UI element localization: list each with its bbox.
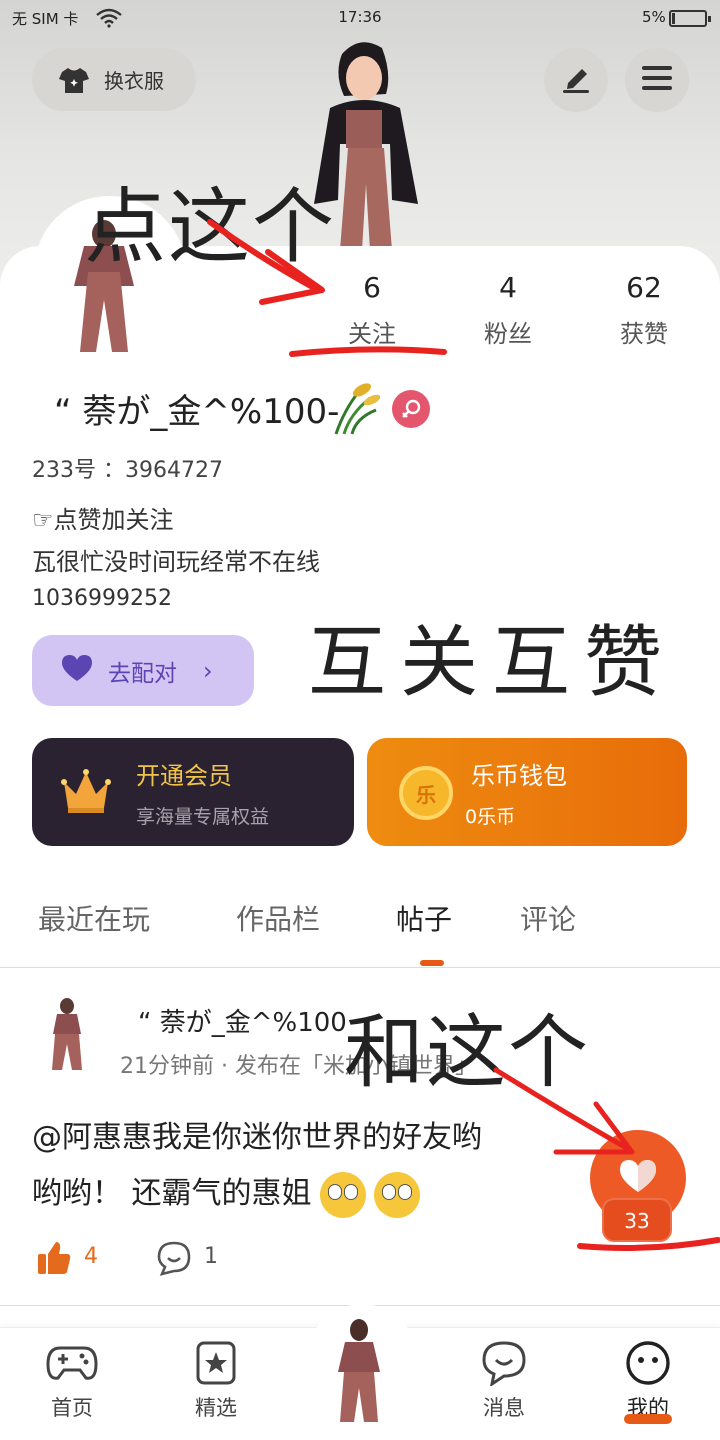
divider bbox=[0, 967, 720, 968]
bio-line: ☞点赞加关注 bbox=[32, 506, 174, 534]
smiley-face-icon bbox=[622, 1340, 674, 1386]
active-tab-indicator bbox=[420, 960, 444, 966]
likes-stat[interactable]: 62 获赞 bbox=[584, 268, 704, 349]
like-count: 4 bbox=[84, 1244, 98, 1269]
crown-icon bbox=[60, 768, 112, 814]
fans-stat[interactable]: 4 粉丝 bbox=[448, 268, 568, 349]
star-badge-icon bbox=[190, 1340, 242, 1386]
vip-subtitle: 享海量专属权益 bbox=[136, 806, 270, 828]
favorite-count: 33 bbox=[602, 1198, 672, 1242]
female-gender-icon bbox=[392, 390, 430, 428]
annotation-text: 点这个 bbox=[84, 180, 337, 275]
vip-card[interactable]: 开通会员 享海量专属权益 bbox=[32, 738, 354, 846]
nav-label: 精选 bbox=[195, 1396, 237, 1420]
eye-roll-emoji-icon bbox=[373, 1171, 420, 1218]
nav-item-featured[interactable]: 精选 bbox=[156, 1340, 276, 1422]
following-stat[interactable]: 6 关注 bbox=[312, 268, 432, 349]
nav-item-mine[interactable]: 我的 bbox=[588, 1340, 708, 1422]
comment-count: 1 bbox=[204, 1244, 218, 1269]
tab-posts[interactable]: 帖子 bbox=[396, 898, 452, 938]
change-outfit-button[interactable]: 换衣服 bbox=[32, 48, 196, 111]
menu-button[interactable] bbox=[625, 48, 689, 112]
post-author-avatar[interactable] bbox=[44, 996, 90, 1072]
nav-item-messages[interactable]: 消息 bbox=[444, 1340, 564, 1422]
battery-percent: 5% bbox=[642, 8, 666, 26]
nav-avatar-character[interactable] bbox=[330, 1318, 388, 1422]
gamepad-icon bbox=[46, 1340, 98, 1386]
vip-title: 开通会员 bbox=[136, 762, 232, 790]
heart-icon bbox=[618, 1159, 658, 1197]
post-author-name[interactable]: “ 萘が_金^%100 bbox=[138, 1002, 347, 1039]
coin-icon: 乐 bbox=[399, 766, 453, 820]
match-label: 去配对 bbox=[108, 660, 177, 687]
annotation-text: 和这个 bbox=[344, 1006, 590, 1099]
match-button[interactable]: 去配对 › bbox=[32, 635, 254, 706]
hamburger-icon bbox=[642, 66, 672, 94]
fans-label: 粉丝 bbox=[484, 320, 532, 348]
chat-bubble-icon bbox=[478, 1340, 530, 1388]
nav-label: 消息 bbox=[483, 1396, 525, 1420]
wallet-title: 乐币钱包 bbox=[471, 762, 567, 790]
post-text: 哟哟！ 还霸气的惠姐 bbox=[32, 1176, 312, 1211]
annotation-text: 互关互赞 bbox=[308, 618, 677, 708]
comment-icon[interactable] bbox=[156, 1240, 192, 1276]
tab-recently-played[interactable]: 最近在玩 bbox=[38, 898, 150, 938]
post-text-line: @阿惠惠我是你迷你世界的好友哟 bbox=[32, 1120, 482, 1155]
likes-label: 获赞 bbox=[620, 320, 668, 348]
wallet-card[interactable]: 乐 乐币钱包 0乐币 bbox=[367, 738, 687, 846]
post-text-line-2: 哟哟！ 还霸气的惠姐 bbox=[32, 1168, 420, 1218]
nav-label: 首页 bbox=[51, 1396, 93, 1420]
change-outfit-label: 换衣服 bbox=[104, 69, 164, 93]
chevron-right-icon: › bbox=[203, 656, 213, 685]
status-bar: 无 SIM 卡 17:36 5% bbox=[0, 0, 720, 36]
edit-profile-button[interactable] bbox=[544, 48, 608, 112]
wallet-balance: 0乐币 bbox=[465, 806, 516, 828]
account-id: 233号 ：3964727 bbox=[32, 458, 223, 483]
bio-line: 瓦很忙没时间玩经常不在线 bbox=[32, 548, 320, 576]
nav-item-home[interactable]: 首页 bbox=[12, 1340, 132, 1422]
username: “ 萘が_金^%100- bbox=[54, 392, 340, 432]
likes-count: 62 bbox=[626, 271, 662, 304]
thumbs-up-icon[interactable] bbox=[36, 1240, 72, 1276]
eye-roll-emoji-icon bbox=[319, 1171, 366, 1218]
pencil-icon bbox=[560, 63, 592, 97]
tab-works[interactable]: 作品栏 bbox=[236, 898, 320, 938]
heart-icon bbox=[60, 654, 94, 688]
battery-icon bbox=[669, 10, 711, 27]
wheat-icon bbox=[330, 380, 381, 436]
active-nav-indicator bbox=[624, 1414, 672, 1424]
clock: 17:36 bbox=[338, 8, 382, 26]
bio-line: 1036999252 bbox=[32, 586, 172, 611]
following-label: 关注 bbox=[348, 320, 396, 348]
tshirt-icon bbox=[58, 66, 90, 94]
tab-comments[interactable]: 评论 bbox=[520, 898, 576, 938]
fans-count: 4 bbox=[499, 271, 517, 304]
